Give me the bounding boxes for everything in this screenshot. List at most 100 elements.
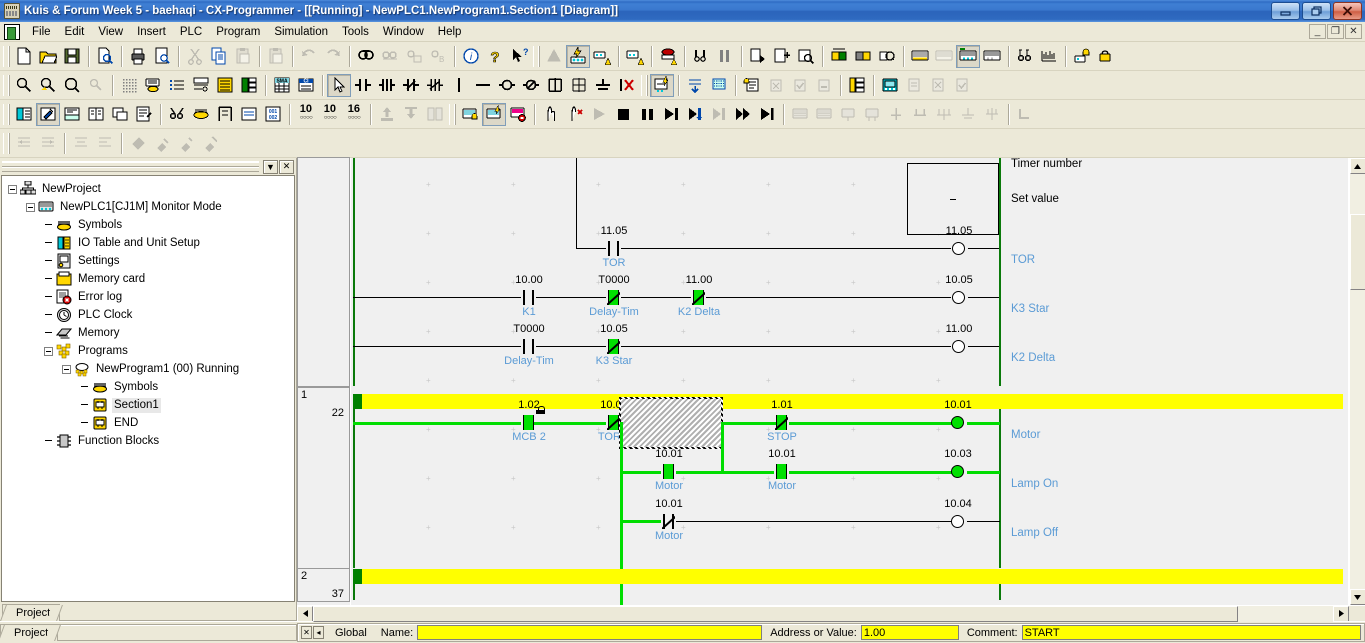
ladder-contact[interactable]	[606, 241, 621, 256]
new-horizontal-icon[interactable]	[471, 74, 495, 97]
radix-signed-decimal-icon[interactable]: 10 ○○○○	[318, 103, 342, 126]
ladder-contact[interactable]	[606, 290, 621, 305]
context-help-icon[interactable]: ?	[507, 45, 531, 68]
hscroll-thumb[interactable]	[313, 605, 1238, 622]
horizontal-scrollbar[interactable]	[297, 605, 1365, 622]
tree-node-1[interactable]: NewPLC1[CJ1M] Monitor Mode	[4, 198, 294, 216]
tree-node-11[interactable]: Symbols	[4, 378, 294, 396]
ladder-coil[interactable]	[950, 514, 967, 529]
rung-comment-icon[interactable]	[740, 74, 764, 97]
io-table-icon[interactable]: 001 002	[261, 103, 285, 126]
zoom-fit-icon[interactable]	[36, 74, 60, 97]
auto-online-icon[interactable]	[590, 45, 614, 68]
ladder-coil[interactable]	[951, 241, 968, 256]
new-icon[interactable]	[12, 45, 36, 68]
menu-plc[interactable]: PLC	[173, 23, 209, 41]
data-trace-icon[interactable]	[1037, 45, 1061, 68]
insert-rung-icon[interactable]	[650, 73, 674, 97]
print-setup-icon[interactable]	[150, 45, 174, 68]
monitor-mode-icon[interactable]	[713, 45, 737, 68]
tree-node-14[interactable]: Function Blocks	[4, 432, 294, 450]
gutter-cell-1[interactable]: 1 22	[297, 387, 350, 569]
manual-step-icon[interactable]	[539, 103, 563, 126]
scroll-down-icon[interactable]	[1349, 589, 1365, 605]
ladder-contact[interactable]	[691, 290, 706, 305]
show-rung-annotation-icon[interactable]	[189, 74, 213, 97]
online-edit-cancel-icon[interactable]	[875, 45, 899, 68]
simulator-online-icon[interactable]	[458, 103, 482, 126]
new-contact-nc-icon[interactable]	[399, 74, 423, 97]
toolbar-gripper[interactable]	[3, 45, 10, 67]
toggle-tool-icon[interactable]	[36, 102, 60, 126]
ladder-coil[interactable]	[951, 339, 968, 354]
comment-input[interactable]: START	[1021, 625, 1361, 640]
simulator-disconnect-icon[interactable]	[506, 103, 530, 126]
tree-node-10[interactable]: NewProgram1 (00) Running	[4, 360, 294, 378]
ladder-contact[interactable]	[661, 514, 676, 529]
work-online-icon[interactable]	[566, 44, 590, 68]
menu-window[interactable]: Window	[376, 23, 431, 41]
menu-insert[interactable]: Insert	[130, 23, 173, 41]
toolbar-gripper[interactable]	[3, 132, 10, 154]
close-button[interactable]	[1333, 2, 1362, 20]
insert-rung-above-icon[interactable]	[707, 74, 731, 97]
tab-project[interactable]: Project	[2, 604, 61, 621]
close-symbolbar-icon[interactable]: ✕	[301, 626, 312, 639]
rung-list-icon[interactable]	[237, 103, 261, 126]
scroll-left-icon[interactable]	[297, 605, 313, 622]
scan-run-icon[interactable]	[755, 103, 779, 126]
tree-node-7[interactable]: PLC Clock	[4, 306, 294, 324]
vscroll-track[interactable]	[1349, 174, 1365, 589]
set-force-on-icon[interactable]	[1070, 45, 1094, 68]
menu-file[interactable]: File	[25, 23, 58, 41]
show-output-bar-icon[interactable]	[237, 74, 261, 97]
symbol-table-icon[interactable]	[845, 74, 869, 97]
mdi-restore-button[interactable]: ❐	[1327, 24, 1344, 39]
find-icon[interactable]	[354, 45, 378, 68]
address-input[interactable]: 1.00	[860, 625, 959, 640]
tree-node-9[interactable]: Programs	[4, 342, 294, 360]
transfer-program-icon[interactable]	[770, 45, 794, 68]
menu-simulation[interactable]: Simulation	[267, 23, 335, 41]
symbols-icon[interactable]	[189, 103, 213, 126]
ladder-contact[interactable]	[521, 290, 536, 305]
radix-hex-icon[interactable]: 16 ○○○○	[342, 103, 366, 126]
show-grid-icon[interactable]	[117, 74, 141, 97]
name-input[interactable]	[417, 625, 763, 640]
restore-button[interactable]	[1302, 2, 1331, 20]
menu-program[interactable]: Program	[209, 23, 267, 41]
ladder-contact[interactable]	[774, 464, 789, 479]
gutter-cell-0[interactable]	[297, 157, 350, 387]
monitor-toggle-icon[interactable]	[956, 44, 980, 68]
tree-node-6[interactable]: Error log	[4, 288, 294, 306]
properties-icon[interactable]	[132, 103, 156, 126]
open-icon[interactable]	[36, 45, 60, 68]
show-symbols-icon[interactable]	[141, 74, 165, 97]
continuous-step-icon[interactable]	[731, 103, 755, 126]
scroll-up-icon[interactable]	[1349, 158, 1365, 174]
copy-icon[interactable]	[207, 45, 231, 68]
mdi-close-button[interactable]: ✕	[1345, 24, 1362, 39]
tree-node-3[interactable]: IO Table and Unit Setup	[4, 234, 294, 252]
radix-decimal-icon[interactable]: 10 ○○○○	[294, 103, 318, 126]
ladder-coil[interactable]	[950, 464, 967, 479]
chevron-down-icon[interactable]: ▼	[263, 159, 278, 174]
cross-ref-report-icon[interactable]	[165, 103, 189, 126]
simulation-pause-icon[interactable]	[635, 103, 659, 126]
print-icon[interactable]	[126, 45, 150, 68]
project-workspace-icon[interactable]	[12, 103, 36, 126]
close-icon[interactable]: ✕	[279, 159, 294, 174]
ladder-coil[interactable]	[951, 290, 968, 305]
cross-reference-icon[interactable]: CI	[294, 74, 318, 97]
mdi-minimize-button[interactable]: _	[1309, 24, 1326, 39]
vscroll-thumb[interactable]	[1349, 214, 1365, 290]
ladder-contact[interactable]	[606, 339, 621, 354]
new-vertical-icon[interactable]	[447, 74, 471, 97]
scroll-right-icon[interactable]	[1333, 605, 1349, 622]
hscroll-track[interactable]	[313, 605, 1333, 622]
zoom-in-icon[interactable]	[60, 74, 84, 97]
tree-node-5[interactable]: Memory card	[4, 270, 294, 288]
new-contact-up-icon[interactable]	[375, 74, 399, 97]
new-contact-down-icon[interactable]	[423, 74, 447, 97]
break-point-icon[interactable]	[563, 103, 587, 126]
